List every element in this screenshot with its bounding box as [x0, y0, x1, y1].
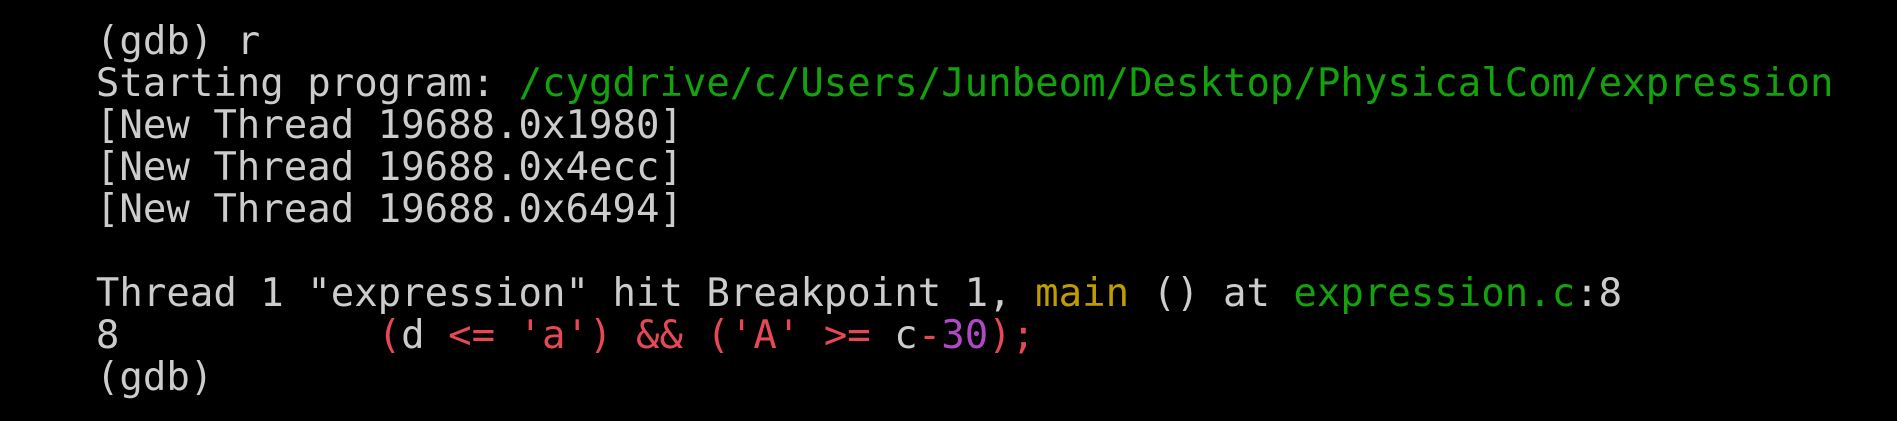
source-minus: - — [917, 313, 942, 358]
line-number-ref: :8 — [1575, 271, 1623, 316]
command-line: (gdb) r — [2, 0, 260, 63]
source-operators: <= 'a') && ('A' >= — [448, 313, 895, 358]
source-identifier-d: d — [401, 313, 449, 358]
function-name: main — [1035, 271, 1130, 316]
new-thread-line-2: [New Thread 19688.0x4ecc] — [2, 105, 683, 189]
new-thread-line-3: [New Thread 19688.0x6494] — [2, 147, 683, 231]
prompt-line[interactable]: (gdb) — [2, 315, 213, 399]
source-line: 8 (d <= 'a') && ('A' >= c-30); — [2, 273, 1035, 357]
program-path: /cygdrive/c/Users/Junbeom/Desktop/Physic… — [518, 61, 1834, 106]
source-close: ); — [988, 313, 1036, 358]
new-thread-text-3: [New Thread 19688.0x6494] — [95, 187, 683, 232]
breakpoint-hit-line: Thread 1 "expression" hit Breakpoint 1, … — [2, 231, 1622, 315]
source-number: 30 — [941, 313, 989, 358]
terminal-window[interactable]: (gdb) r Starting program: /cygdrive/c/Us… — [0, 0, 1897, 421]
at-text: () at — [1129, 271, 1294, 316]
source-open-paren: ( — [377, 313, 402, 358]
source-file-name: expression.c — [1293, 271, 1576, 316]
gdb-prompt[interactable]: (gdb) — [96, 355, 213, 400]
starting-program-line: Starting program: /cygdrive/c/Users/Junb… — [2, 21, 1834, 105]
source-identifier-c: c — [894, 313, 918, 358]
new-thread-line-1: [New Thread 19688.0x1980] — [2, 63, 683, 147]
